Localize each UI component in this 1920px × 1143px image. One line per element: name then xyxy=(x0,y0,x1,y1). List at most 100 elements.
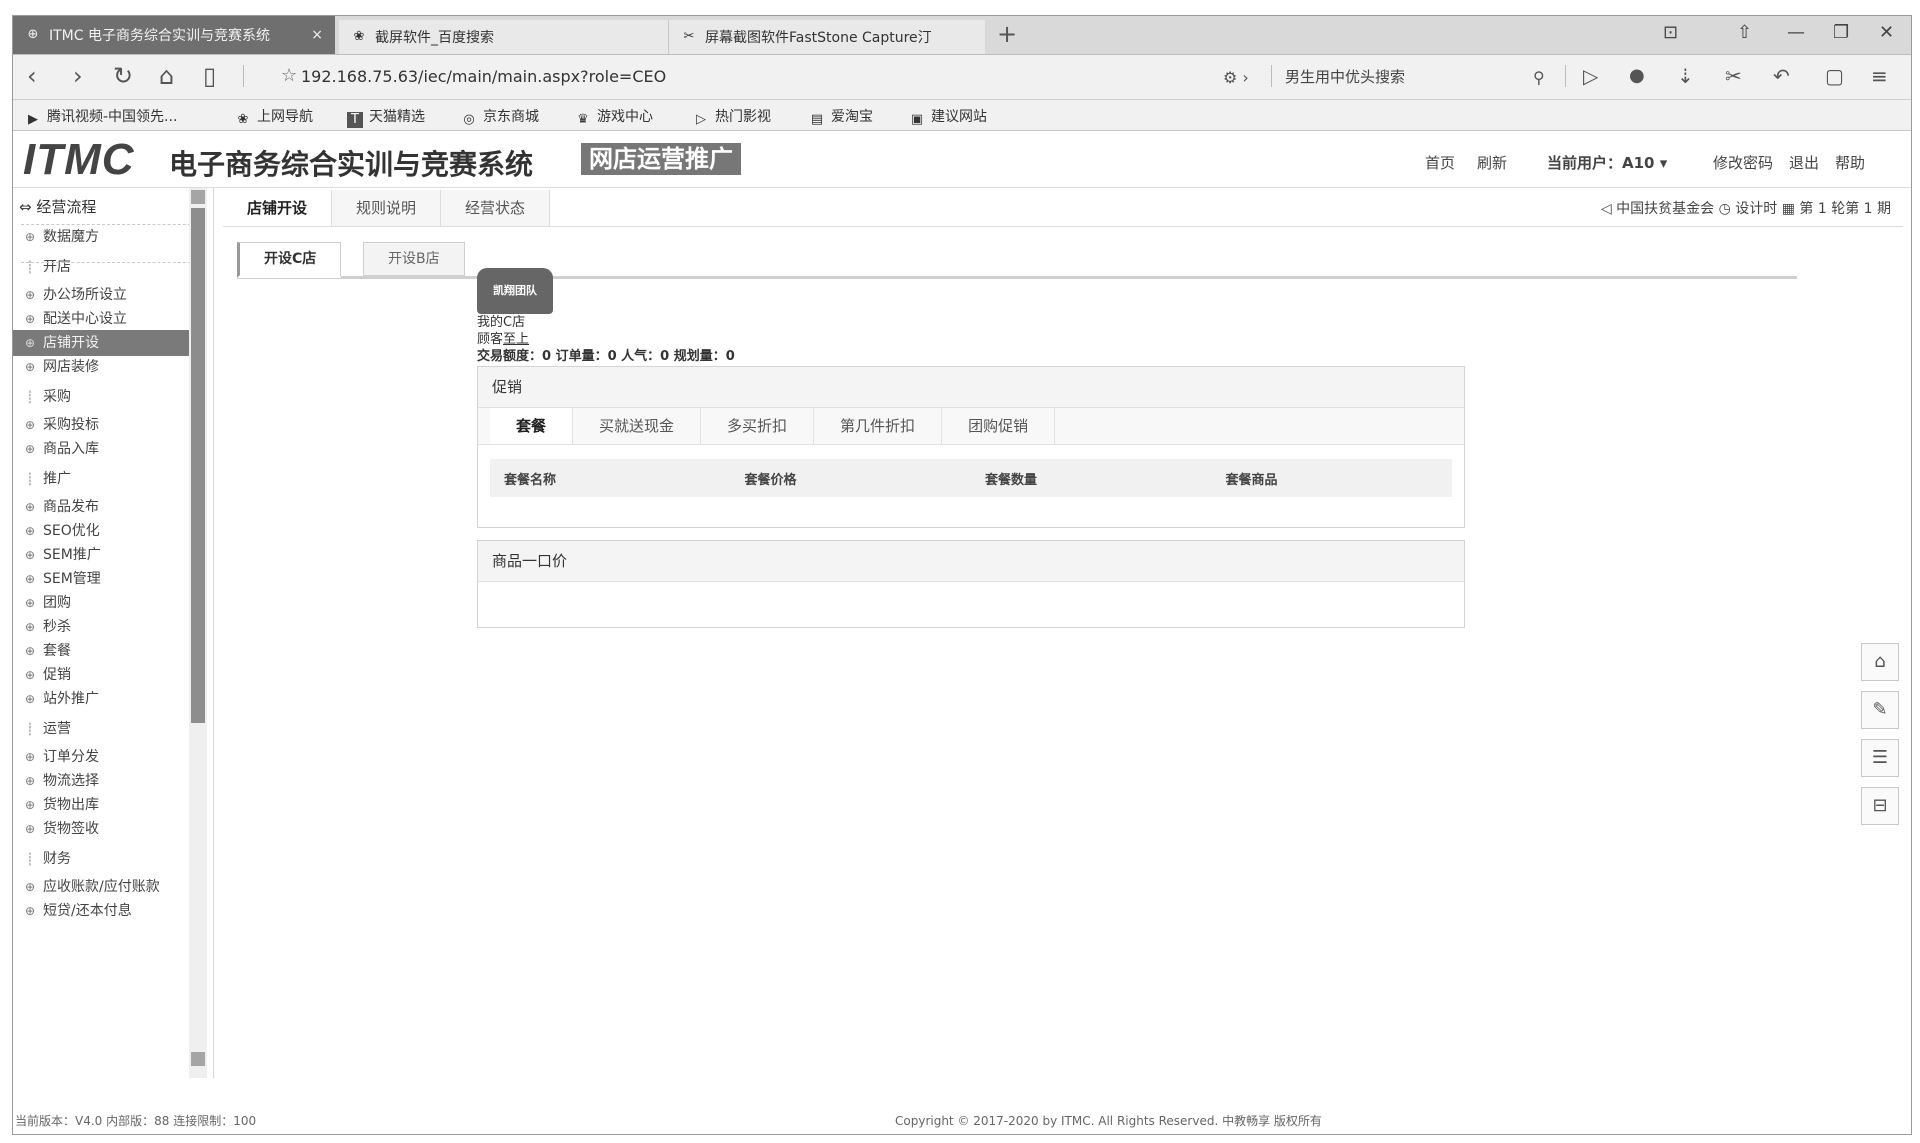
sidebar-item-label: 办公场所设立 xyxy=(43,287,127,303)
sidebar-item-label: 财务 xyxy=(43,851,71,867)
tab-shop-open[interactable]: 店铺开设 xyxy=(223,190,333,226)
logout-link[interactable]: 退出 xyxy=(1789,152,1819,173)
skin-icon[interactable]: ⇧ xyxy=(1737,22,1752,43)
record-icon[interactable]: ● xyxy=(1629,63,1645,89)
undo-icon[interactable]: ↶ xyxy=(1773,63,1790,89)
home-link[interactable]: 首页 xyxy=(1425,152,1455,173)
col-package-qty: 套餐数量 xyxy=(985,472,1038,488)
tab-package[interactable]: 套餐 xyxy=(490,408,574,444)
shop-name: 我的C店 xyxy=(477,315,526,330)
minimize-button[interactable]: — xyxy=(1787,22,1805,43)
search-input[interactable]: 男生用中优头搜索 xyxy=(1285,66,1405,87)
scroll-thumb[interactable] xyxy=(191,208,205,723)
expand-plus-icon: ⊕ xyxy=(24,572,36,586)
menu-icon[interactable]: ≡ xyxy=(1871,63,1888,89)
bookmark-tmall[interactable]: T 天猫精选 xyxy=(347,106,425,128)
shield-icon[interactable]: ⚙ › xyxy=(1223,65,1249,91)
sidebar-item[interactable]: ⊕ 促销 xyxy=(13,662,205,688)
change-password-link[interactable]: 修改密码 xyxy=(1713,152,1773,173)
bookmark-nav[interactable]: ❀ 上网导航 xyxy=(235,106,313,128)
tab-close-icon[interactable]: × xyxy=(311,27,323,43)
reader-button[interactable]: ▯ xyxy=(203,63,216,89)
refresh-link[interactable]: 刷新 xyxy=(1477,152,1507,173)
help-link[interactable]: 帮助 xyxy=(1835,152,1865,173)
new-tab-button[interactable]: + xyxy=(997,20,1017,48)
play-icon[interactable]: ▷ xyxy=(1583,63,1598,89)
forward-button[interactable]: › xyxy=(73,63,83,89)
star-icon[interactable]: ☆ xyxy=(281,65,297,86)
sidebar-item-label: 短贷/还本付息 xyxy=(43,903,132,919)
download-icon[interactable]: ⇣ xyxy=(1677,63,1694,89)
list-tool-icon[interactable]: ☰ xyxy=(1861,739,1899,777)
sidebar-item[interactable]: ⊕ 订单分发 xyxy=(13,744,205,770)
bookmark-suggested[interactable]: ▣ 建议网站 xyxy=(909,106,987,128)
bookmark-tencent-video[interactable]: ▶ 腾讯视频-中国领先... xyxy=(25,106,177,128)
sidebar-item[interactable]: ⊕ 物流选择 xyxy=(13,768,205,794)
url-field[interactable]: 192.168.75.63/iec/main/main.aspx?role=CE… xyxy=(301,67,666,86)
sidebar-item[interactable]: ⊕ 货物出库 xyxy=(13,792,205,818)
grade-value[interactable]: 至上 xyxy=(503,332,529,347)
sidebar-item[interactable]: ⊕ SEM推广 xyxy=(13,542,205,568)
sidebar-header[interactable]: ⇔ 经营流程 xyxy=(19,196,96,217)
tab-cashback[interactable]: 买就送现金 xyxy=(573,408,702,444)
tab-faststone[interactable]: ✂ 屏幕截图软件FastStone Capture汀 xyxy=(669,20,985,54)
edit-tool-icon[interactable]: ✎ xyxy=(1861,691,1899,729)
sidebar-item[interactable]: ⊕ 短贷/还本付息 xyxy=(13,898,205,924)
sidebar-item[interactable]: ⊕ 货物签收 xyxy=(13,816,205,842)
sidebar-item[interactable]: ⊕ 套餐 xyxy=(13,638,205,664)
scissors-icon[interactable]: ✂ xyxy=(1725,63,1742,89)
tab-status[interactable]: 经营状态 xyxy=(441,190,551,226)
expand-plus-icon: ⊕ xyxy=(24,312,36,326)
paw-icon: ❀ xyxy=(353,29,365,44)
sidebar-item-label: 配送中心设立 xyxy=(43,311,127,327)
bookmark-games[interactable]: ♛ 游戏中心 xyxy=(575,106,653,128)
tab-itmc[interactable]: ⊕ ITMC 电子商务综合实训与竞赛系统 × xyxy=(13,16,335,54)
sidebar-scrollbar[interactable] xyxy=(189,188,207,1078)
bookmark-label: 腾讯视频-中国领先... xyxy=(47,109,178,125)
bookmarks-bar: ▶ 腾讯视频-中国领先... ❀ 上网导航 T 天猫精选 ◎ 京东商城 ♛ 游戏中心 ▷ 热… xyxy=(13,100,1911,131)
close-window-button[interactable]: ✕ xyxy=(1879,22,1894,43)
tab-baidu[interactable]: ❀ 截屏软件_百度搜索 xyxy=(339,20,669,54)
tab-multi-discount[interactable]: 多买折扣 xyxy=(701,408,815,444)
sidebar-item[interactable]: ⊕ 站外推广 xyxy=(13,686,205,712)
sidebar-item[interactable]: ⊕ 店铺开设 xyxy=(13,330,205,356)
sidebar-toggle-icon[interactable]: ⊡ xyxy=(1663,22,1678,43)
sidebar-group: ┊ 采购 xyxy=(13,384,205,410)
tab-open-c-shop[interactable]: 开设C店 xyxy=(237,242,342,278)
bookmark-movies[interactable]: ▷ 热门影视 xyxy=(693,106,771,128)
app-title: 电子商务综合实训与竞赛系统 xyxy=(169,148,534,181)
calculator-tool-icon[interactable]: ⊟ xyxy=(1861,787,1899,825)
bookmark-jd[interactable]: ◎ 京东商城 xyxy=(461,106,539,128)
back-button[interactable]: ‹ xyxy=(27,63,37,89)
col-package-name: 套餐名称 xyxy=(504,472,557,488)
search-icon[interactable]: ⚲ xyxy=(1533,65,1545,91)
tab-group-promo[interactable]: 团购促销 xyxy=(942,408,1056,444)
sidebar-item[interactable]: ⊕ 商品入库 xyxy=(13,436,205,462)
sidebar-item-label: SEM管理 xyxy=(43,571,101,587)
sidebar-item[interactable]: ⊕ 商品发布 xyxy=(13,494,205,520)
bag-icon[interactable]: ▢ xyxy=(1825,63,1844,89)
sidebar-item[interactable]: ⊕ 秒杀 xyxy=(13,614,205,640)
reload-button[interactable]: ↻ xyxy=(113,63,133,89)
expand-icon: ⇔ xyxy=(19,198,37,216)
sidebar-item[interactable]: ⊕ 配送中心设立 xyxy=(13,306,205,332)
sidebar-item[interactable]: ⊕ 团购 xyxy=(13,590,205,616)
home-tool-icon[interactable]: ⌂ xyxy=(1861,643,1899,681)
sidebar-item[interactable]: ⊕ 应收账款/应付账款 xyxy=(13,874,205,900)
tab-nth-discount[interactable]: 第几件折扣 xyxy=(814,408,943,444)
tab-open-b-shop[interactable]: 开设B店 xyxy=(363,242,465,276)
current-user-menu[interactable]: 当前用户：A10 ▾ xyxy=(1547,152,1667,173)
sidebar-item[interactable]: ⊕ 采购投标 xyxy=(13,412,205,438)
bookmark-aitaobao[interactable]: ▤ 爱淘宝 xyxy=(809,106,873,128)
sidebar-item-label: 商品发布 xyxy=(43,499,99,515)
tab-rules[interactable]: 规则说明 xyxy=(332,190,442,226)
scroll-up-arrow[interactable] xyxy=(191,190,205,204)
sidebar-item[interactable]: ⊕ 办公场所设立 xyxy=(13,282,205,308)
home-button[interactable]: ⌂ xyxy=(159,63,174,89)
sidebar-item[interactable]: ⊕ SEM管理 xyxy=(13,566,205,592)
sidebar-item[interactable]: ⊕ 网店装修 xyxy=(13,354,205,380)
sidebar-item[interactable]: ⊕ 数据魔方 xyxy=(13,224,205,250)
sidebar-item[interactable]: ⊕ SEO优化 xyxy=(13,518,205,544)
scroll-down-arrow[interactable] xyxy=(191,1052,205,1066)
restore-button[interactable]: ❐ xyxy=(1833,22,1849,43)
